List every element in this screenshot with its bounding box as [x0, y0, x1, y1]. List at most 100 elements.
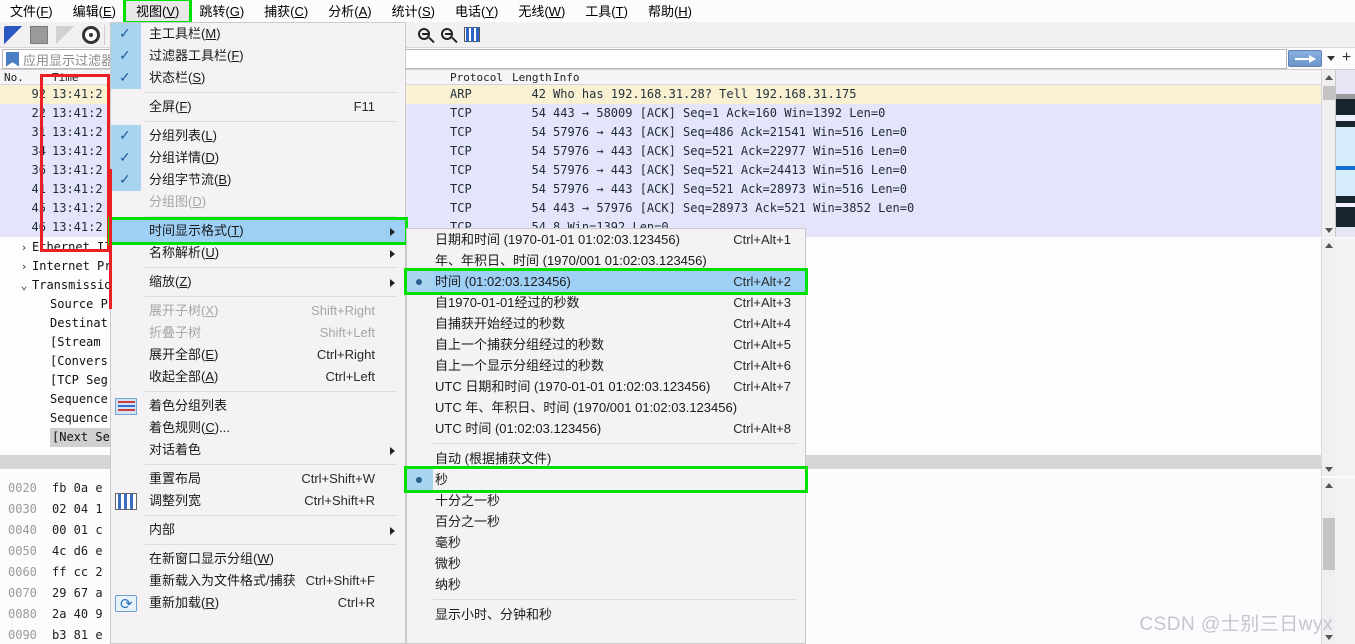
- menubar-item-e[interactable]: 编辑(E): [63, 1, 126, 21]
- submenu-arrow-icon: [390, 527, 395, 535]
- menu-separator: [145, 296, 397, 297]
- view-menu-item-18[interactable]: 展开全部(E)Ctrl+Right: [111, 344, 405, 366]
- time-format-item-5[interactable]: 自上一个捕获分组经过的秒数Ctrl+Alt+5: [407, 334, 805, 355]
- time-format-item-14[interactable]: 百分之一秒: [407, 511, 805, 532]
- zoom-out-icon[interactable]: [418, 28, 430, 40]
- menubar-item-w[interactable]: 无线(W): [508, 1, 575, 21]
- scroll-up-icon[interactable]: [1324, 72, 1334, 82]
- view-menu-item-28[interactable]: 内部: [111, 519, 405, 541]
- view-menu-item-17[interactable]: 折叠子树Shift+Left: [111, 322, 405, 344]
- view-menu-item-31[interactable]: 重新载入为文件格式/捕获Ctrl+Shift+F: [111, 570, 405, 592]
- time-display-format-submenu[interactable]: 日期和时间 (1970-01-01 01:02:03.123456)Ctrl+A…: [406, 228, 806, 644]
- time-format-item-19[interactable]: 显示小时、分钟和秒: [407, 604, 805, 625]
- time-format-item-3[interactable]: 自1970-01-01经过的秒数Ctrl+Alt+3: [407, 292, 805, 313]
- time-format-item-17[interactable]: 纳秒: [407, 574, 805, 595]
- scroll-up-icon[interactable]: [1324, 240, 1334, 250]
- time-format-item-1[interactable]: 年、年积日、时间 (1970/001 01:02:03.123456): [407, 250, 805, 271]
- view-menu-item-21[interactable]: 着色分组列表: [111, 395, 405, 417]
- menubar-item-s[interactable]: 统计(S): [382, 1, 445, 21]
- time-format-item-0[interactable]: 日期和时间 (1970-01-01 01:02:03.123456)Ctrl+A…: [407, 229, 805, 250]
- packet-list-column-header[interactable]: Length: [512, 71, 552, 84]
- hex-offset: 0040: [0, 520, 52, 541]
- chevron-right-icon[interactable]: ›: [16, 257, 32, 276]
- packet-list-column-header[interactable]: No.: [4, 71, 24, 84]
- time-format-item-2[interactable]: 时间 (01:02:03.123456)Ctrl+Alt+2: [407, 271, 805, 292]
- time-format-item-6[interactable]: 自上一个显示分组经过的秒数Ctrl+Alt+6: [407, 355, 805, 376]
- color-list-icon: [115, 398, 137, 415]
- scrollbar-thumb[interactable]: [1323, 86, 1335, 100]
- menubar-item-a[interactable]: 分析(A): [318, 1, 381, 21]
- chevron-down-icon[interactable]: ⌄: [16, 276, 32, 295]
- menubar-item-h[interactable]: 帮助(H): [638, 1, 702, 21]
- scroll-up-icon[interactable]: [1324, 480, 1334, 490]
- time-format-item-16[interactable]: 微秒: [407, 553, 805, 574]
- view-menu-item-2[interactable]: 状态栏(S): [111, 67, 405, 89]
- view-menu-item-9[interactable]: 分组图(D): [111, 191, 405, 213]
- view-menu-item-23[interactable]: 对话着色: [111, 439, 405, 461]
- time-format-item-13[interactable]: 十分之一秒: [407, 490, 805, 511]
- view-menu-item-25[interactable]: 重置布局Ctrl+Shift+W: [111, 468, 405, 490]
- view-menu-item-26[interactable]: 调整列宽Ctrl+Shift+R: [111, 490, 405, 512]
- packet-details-scrollbar[interactable]: [1321, 238, 1335, 476]
- filter-history-dropdown[interactable]: [1322, 50, 1339, 67]
- time-format-item-7[interactable]: UTC 日期和时间 (1970-01-01 01:02:03.123456)Ct…: [407, 376, 805, 397]
- time-format-item-9[interactable]: UTC 时间 (01:02:03.123456)Ctrl+Alt+8: [407, 418, 805, 439]
- view-menu-item-19[interactable]: 收起全部(A)Ctrl+Left: [111, 366, 405, 388]
- packet-length-cell: 54: [512, 199, 546, 218]
- packet-bytes-gutter: [1335, 478, 1355, 644]
- submenu-item-label: 毫秒: [435, 535, 461, 550]
- filter-bookmark-icon[interactable]: [6, 52, 19, 67]
- packet-no-cell: 36: [0, 161, 46, 180]
- packet-list-column-header[interactable]: Protocol: [450, 71, 503, 84]
- add-filter-button[interactable]: +: [1339, 50, 1354, 67]
- scrollbar-thumb[interactable]: [1323, 518, 1335, 570]
- packet-list-scrollbar[interactable]: [1321, 70, 1335, 237]
- view-menu-item-7[interactable]: 分组详情(D): [111, 147, 405, 169]
- menubar-item-c[interactable]: 捕获(C): [254, 1, 318, 21]
- capture-options-icon[interactable]: [82, 26, 100, 44]
- chevron-right-icon[interactable]: ›: [16, 238, 32, 257]
- checkmark-icon: [111, 169, 141, 191]
- submenu-arrow-icon: [390, 447, 395, 455]
- menubar-item-f[interactable]: 文件(F): [0, 1, 63, 21]
- time-format-item-11[interactable]: 自动 (根据捕获文件): [407, 448, 805, 469]
- view-menu-item-1[interactable]: 过滤器工具栏(F): [111, 45, 405, 67]
- view-menu-item-4[interactable]: 全屏(F)F11: [111, 96, 405, 118]
- time-format-item-15[interactable]: 毫秒: [407, 532, 805, 553]
- time-format-item-12[interactable]: 秒: [407, 469, 805, 490]
- time-format-item-8[interactable]: UTC 年、年积日、时间 (1970/001 01:02:03.123456): [407, 397, 805, 418]
- view-menu-item-16[interactable]: 展开子树(X)Shift+Right: [111, 300, 405, 322]
- view-menu-item-12[interactable]: 名称解析(U): [111, 242, 405, 264]
- view-menu-item-8[interactable]: 分组字节流(B): [111, 169, 405, 191]
- intelligent-scrollbar[interactable]: [1335, 70, 1355, 237]
- menubar-item-label: 统计(S): [392, 4, 435, 19]
- packet-list-column-header[interactable]: Info: [553, 71, 580, 84]
- view-dropdown-menu[interactable]: 主工具栏(M)过滤器工具栏(F)状态栏(S) 全屏(F)F11 分组列表(L)分组详…: [110, 22, 406, 644]
- start-capture-icon[interactable]: [4, 26, 22, 44]
- menubar-item-t[interactable]: 工具(T): [575, 1, 638, 21]
- menubar-item-g[interactable]: 跳转(G): [189, 1, 254, 21]
- zoom-reset-icon[interactable]: [441, 28, 453, 40]
- menubar-item-v[interactable]: 视图(V): [126, 1, 189, 21]
- view-menu-item-11[interactable]: 时间显示格式(T): [111, 220, 405, 242]
- packet-no-cell: 45: [0, 199, 46, 218]
- packet-detail-label: [Stream: [50, 335, 101, 349]
- view-menu-item-0[interactable]: 主工具栏(M): [111, 23, 405, 45]
- time-format-item-4[interactable]: 自捕获开始经过的秒数Ctrl+Alt+4: [407, 313, 805, 334]
- view-menu-item-30[interactable]: 在新窗口显示分组(W): [111, 548, 405, 570]
- stop-capture-icon[interactable]: [30, 26, 48, 44]
- view-menu-item-6[interactable]: 分组列表(L): [111, 125, 405, 147]
- apply-filter-button[interactable]: [1288, 50, 1322, 67]
- view-menu-item-14[interactable]: 缩放(Z): [111, 271, 405, 293]
- scroll-down-icon[interactable]: [1324, 464, 1334, 474]
- restart-capture-icon[interactable]: [56, 26, 74, 44]
- menu-item-label: 着色规则(C)...: [149, 420, 230, 435]
- view-menu-item-22[interactable]: 着色规则(C)...: [111, 417, 405, 439]
- submenu-item-label: 日期和时间 (1970-01-01 01:02:03.123456): [435, 232, 680, 247]
- view-menu-item-32[interactable]: 重新加载(R)Ctrl+R: [111, 592, 405, 614]
- packet-list-column-header[interactable]: Time: [52, 71, 79, 84]
- submenu-item-label: 时间 (01:02:03.123456): [435, 274, 571, 289]
- resize-columns-icon[interactable]: [464, 27, 480, 42]
- menubar-item-y[interactable]: 电话(Y): [445, 1, 508, 21]
- scroll-down-icon[interactable]: [1324, 225, 1334, 235]
